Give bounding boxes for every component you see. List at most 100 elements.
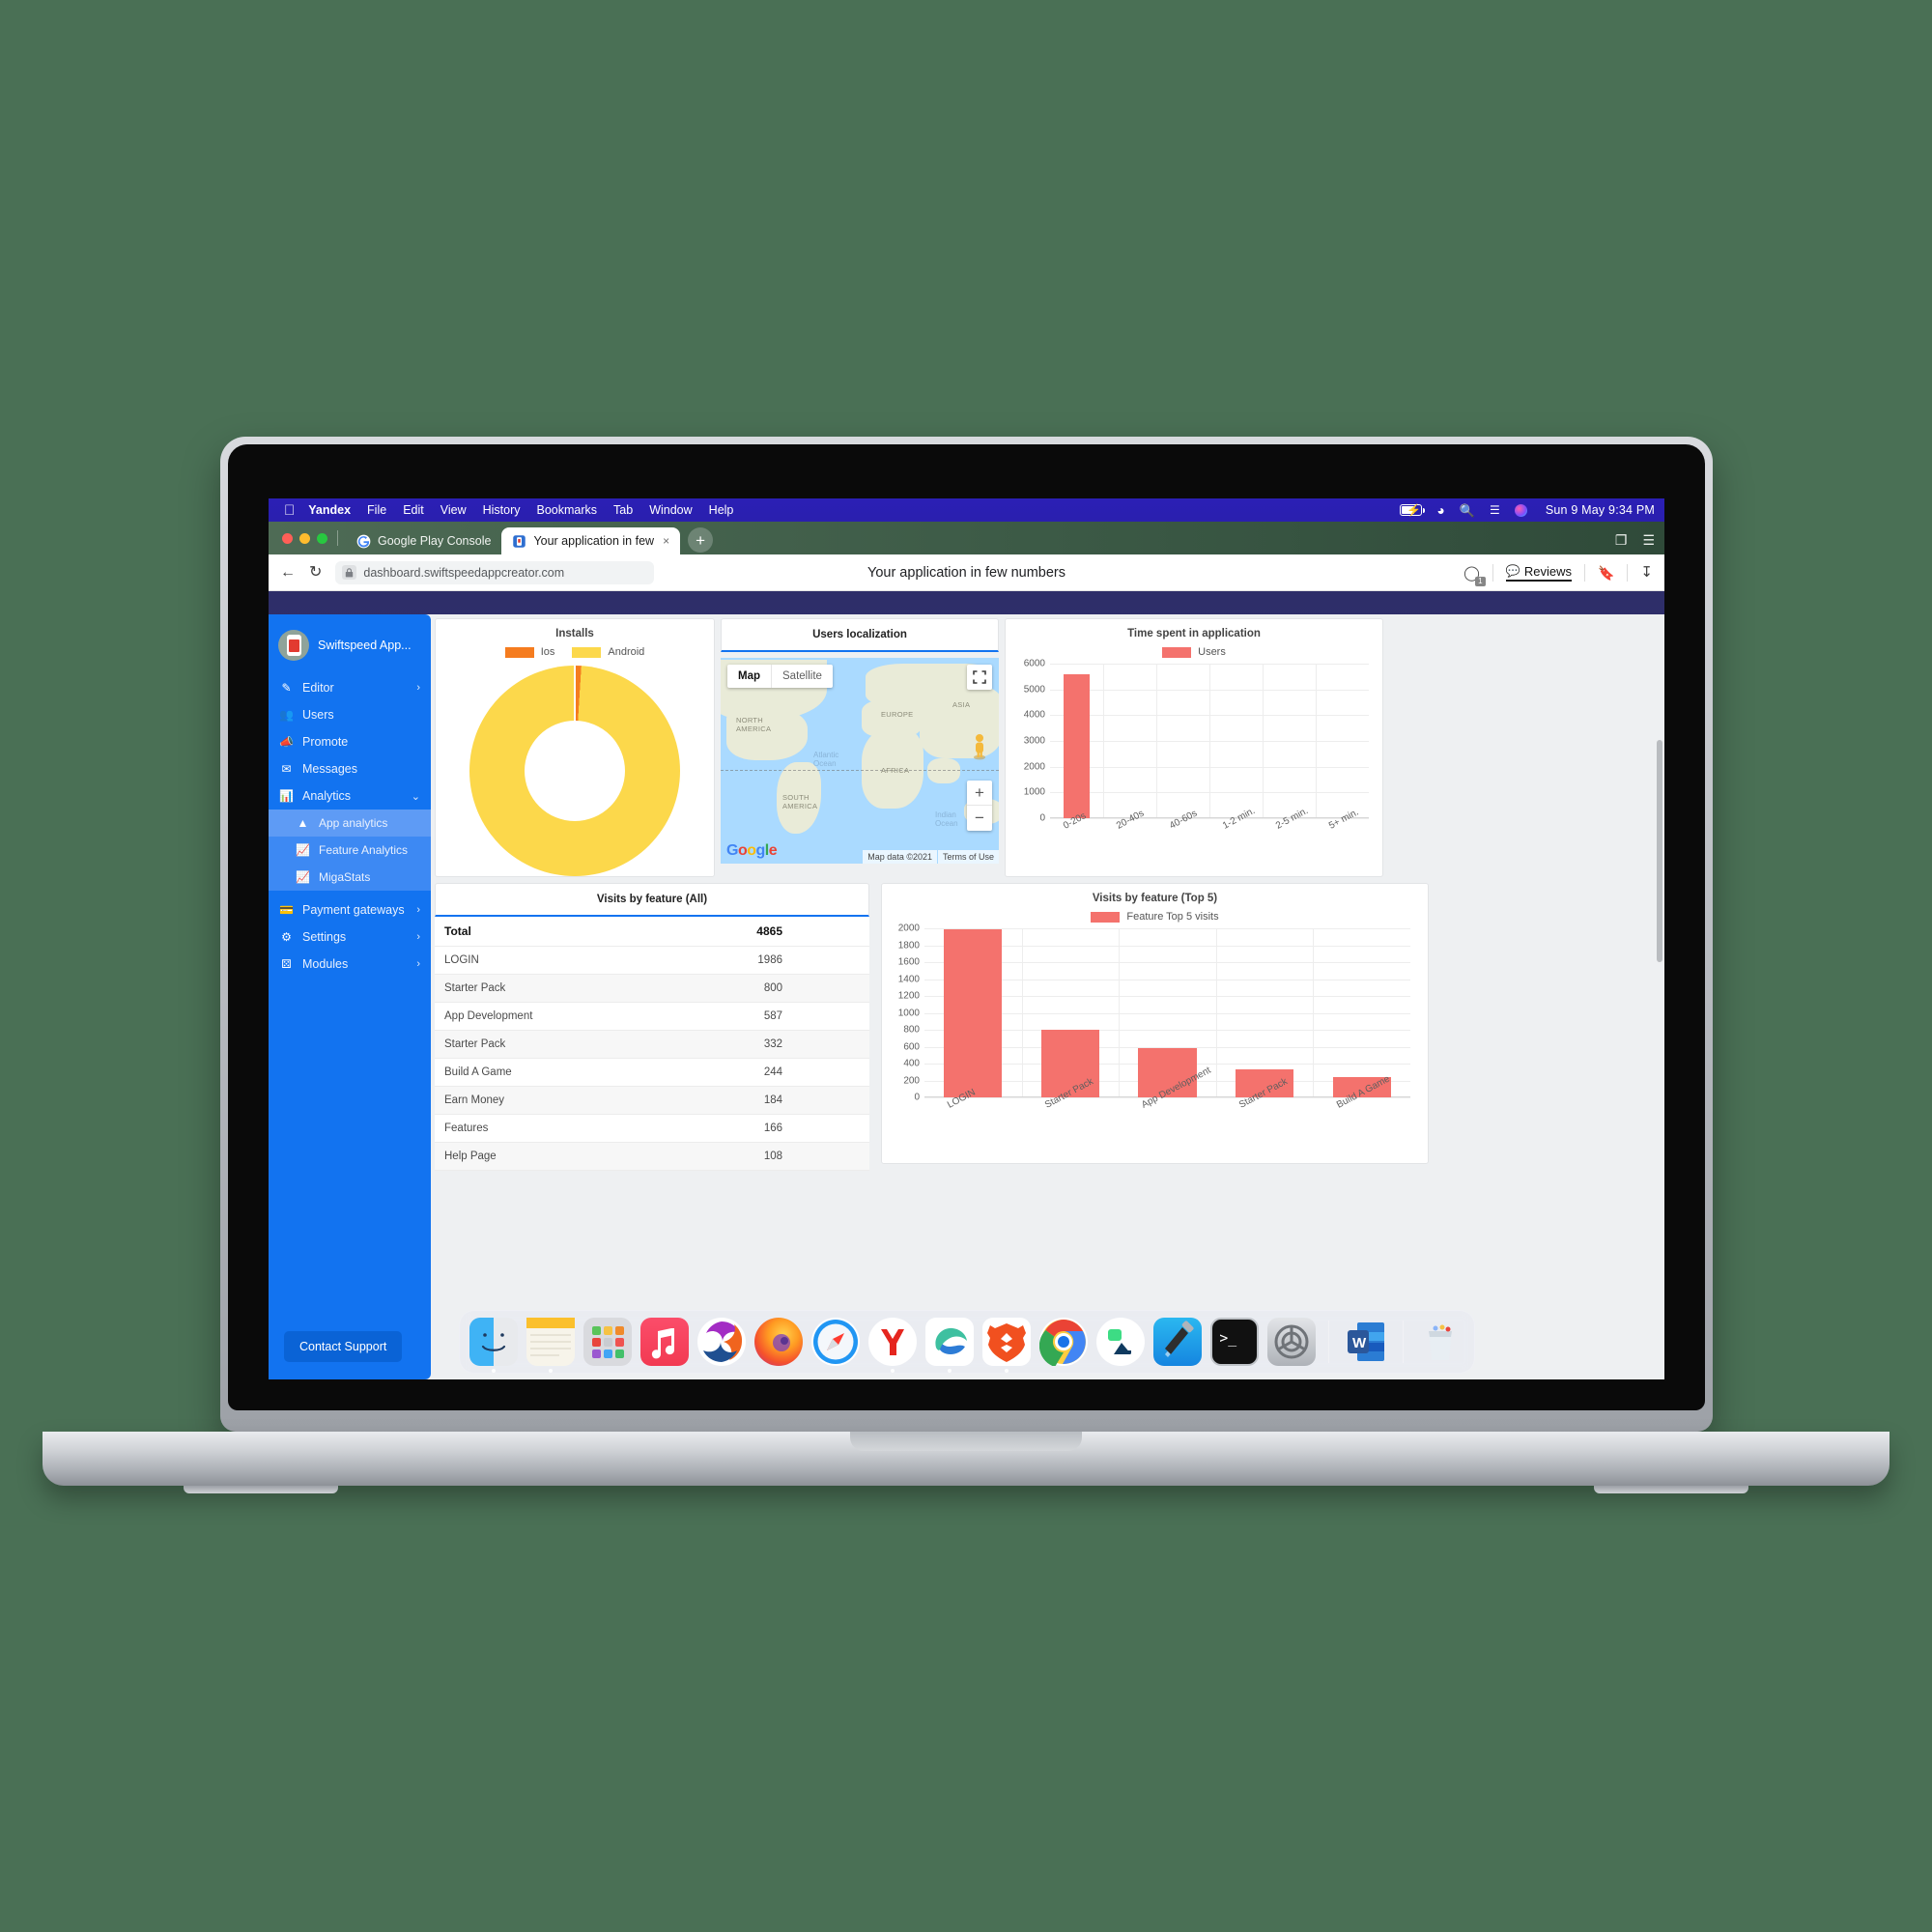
legend-item-feature-top5[interactable]: Feature Top 5 visits: [1091, 911, 1219, 923]
menu-item-help[interactable]: Help: [709, 503, 734, 517]
chrome-icon[interactable]: [1038, 1318, 1088, 1367]
fullscreen-icon[interactable]: [967, 665, 992, 690]
brave-icon[interactable]: [981, 1318, 1031, 1373]
notifications-icon[interactable]: ◯ 1: [1463, 564, 1486, 586]
table-row[interactable]: App Development 587: [435, 1002, 869, 1031]
menu-item-view[interactable]: View: [440, 503, 467, 517]
chevron-right-icon: ›: [416, 958, 420, 970]
xcode-icon[interactable]: [1152, 1318, 1202, 1366]
system-preferences-icon[interactable]: [1266, 1318, 1316, 1366]
sidebar-item-editor[interactable]: ✎ Editor ›: [269, 674, 431, 701]
sidebar-item-analytics[interactable]: 📊 Analytics ⌄: [269, 782, 431, 810]
map-zoom-controls[interactable]: + −: [967, 781, 992, 831]
back-button[interactable]: ←: [280, 564, 296, 581]
map-data-copyright: Map data ©2021: [863, 850, 937, 864]
table-row[interactable]: Earn Money 184: [435, 1086, 869, 1115]
menu-item-window[interactable]: Window: [649, 503, 692, 517]
table-row[interactable]: Starter Pack 800: [435, 974, 869, 1003]
street-view-pegman-icon[interactable]: [971, 733, 988, 760]
table-row[interactable]: Build A Game 244: [435, 1058, 869, 1087]
sidebar-item-app-analytics[interactable]: ▲ App analytics: [269, 810, 431, 837]
edge-icon[interactable]: [924, 1318, 974, 1373]
y-axis-tick: 5000: [1023, 684, 1045, 696]
menu-icon[interactable]: ☰: [1642, 532, 1655, 549]
menu-item-file[interactable]: File: [367, 503, 386, 517]
music-icon[interactable]: [639, 1318, 689, 1366]
tab-your-application[interactable]: Your application in few ×: [501, 527, 681, 554]
maximize-window-button[interactable]: [317, 532, 327, 544]
map-type-switch[interactable]: Map Satellite: [727, 665, 833, 688]
menu-item-app[interactable]: Yandex: [308, 503, 351, 517]
page-scrollbar[interactable]: [1657, 740, 1662, 962]
safari-icon[interactable]: [810, 1318, 860, 1366]
brand-block[interactable]: Swiftspeed App...: [269, 624, 431, 674]
battery-charging-icon[interactable]: ⚡: [1400, 504, 1426, 516]
reviews-label: Reviews: [1523, 563, 1572, 579]
sidebar-item-users[interactable]: 👥 Users: [269, 701, 431, 728]
microsoft-word-icon[interactable]: W: [1342, 1318, 1390, 1366]
bar[interactable]: [944, 929, 1003, 1097]
time-spent-chart[interactable]: 0 1000 2000 3000 4000 5000 6000 0-20s 20-40s 40-…: [1024, 659, 1369, 868]
tab-google-play-console[interactable]: Google Play Console: [346, 527, 501, 554]
menu-item-edit[interactable]: Edit: [403, 503, 424, 517]
contact-support-button[interactable]: Contact Support: [284, 1331, 403, 1362]
y-axis-tick: 2000: [897, 923, 920, 934]
bar[interactable]: [1063, 674, 1091, 818]
trash-icon[interactable]: [1416, 1318, 1464, 1366]
address-bar[interactable]: dashboard.swiftspeedappcreator.com: [335, 560, 655, 584]
sidebar-item-messages[interactable]: ✉ Messages: [269, 755, 431, 782]
menu-bar-clock[interactable]: Sun 9 May 9:34 PM: [1546, 503, 1655, 517]
table-row[interactable]: LOGIN 1986: [435, 946, 869, 975]
map-type-map-button[interactable]: Map: [727, 665, 772, 688]
siri-icon[interactable]: [1514, 503, 1527, 517]
table-row[interactable]: Help Page 108: [435, 1142, 869, 1171]
table-row[interactable]: Starter Pack 332: [435, 1030, 869, 1059]
sidebar-item-modules[interactable]: ⚄ Modules ›: [269, 951, 431, 978]
new-tab-button[interactable]: +: [688, 527, 714, 553]
sidebar-item-settings[interactable]: ⚙ Settings ›: [269, 923, 431, 951]
table-row[interactable]: Total 4865: [435, 917, 869, 947]
tab-overview-icon[interactable]: ❐: [1615, 532, 1628, 549]
launchpad-icon[interactable]: [582, 1318, 632, 1366]
apple-icon[interactable]: : [284, 503, 295, 518]
terms-of-use-link[interactable]: Terms of Use: [937, 850, 999, 864]
menu-item-history[interactable]: History: [483, 503, 521, 517]
control-center-icon[interactable]: ☰: [1490, 504, 1500, 516]
sidebar-item-promote[interactable]: 📣 Promote: [269, 728, 431, 755]
menu-item-tab[interactable]: Tab: [613, 503, 633, 517]
yandex-icon[interactable]: [867, 1318, 917, 1373]
feature-value-cell: 1986: [744, 946, 869, 975]
close-window-button[interactable]: [282, 532, 293, 544]
notes-icon[interactable]: [526, 1318, 575, 1373]
reload-button[interactable]: ↻: [309, 564, 322, 581]
sidebar-item-feature-analytics[interactable]: 📈 Feature Analytics: [269, 837, 431, 864]
legend-item-android[interactable]: Android: [572, 646, 644, 658]
android-studio-icon[interactable]: [1095, 1318, 1145, 1366]
download-icon[interactable]: ↧: [1640, 565, 1653, 580]
finder-icon[interactable]: [469, 1318, 518, 1373]
sidebar-item-migastats[interactable]: 📈 MigaStats: [269, 864, 431, 891]
installs-donut[interactable]: [469, 666, 680, 876]
running-indicator: [947, 1369, 952, 1373]
terminal-icon[interactable]: >_: [1209, 1318, 1259, 1366]
sidebar-item-payment-gateways[interactable]: 💳 Payment gateways ›: [269, 896, 431, 923]
legend-item-users[interactable]: Users: [1162, 646, 1226, 658]
seamonkey-icon[interactable]: [696, 1318, 746, 1366]
tab-close-icon[interactable]: ×: [663, 534, 669, 548]
legend-item-ios[interactable]: Ios: [504, 646, 554, 658]
zoom-in-button[interactable]: +: [967, 781, 992, 806]
search-icon[interactable]: 🔍: [1460, 504, 1475, 517]
map-type-satellite-button[interactable]: Satellite: [772, 665, 833, 688]
minimize-window-button[interactable]: [299, 532, 310, 544]
window-controls[interactable]: [278, 522, 337, 554]
installs-donut-wrap: [436, 660, 714, 890]
menu-item-bookmarks[interactable]: Bookmarks: [537, 503, 598, 517]
google-map[interactable]: NORTH AMERICA SOUTH AMERICA EUROPE AFRIC…: [721, 658, 999, 864]
wifi-icon[interactable]: ◕: [1436, 503, 1444, 517]
table-row[interactable]: Features 166: [435, 1114, 869, 1143]
bookmark-icon[interactable]: 🔖: [1598, 566, 1614, 580]
zoom-out-button[interactable]: −: [967, 806, 992, 831]
visits-top5-chart[interactable]: 0 200 400 600 800 1000 1200 1400 1600 1800 2000 LO…: [898, 923, 1410, 1151]
reviews-button[interactable]: 💬 Reviews: [1505, 563, 1572, 582]
firefox-icon[interactable]: [753, 1318, 803, 1366]
